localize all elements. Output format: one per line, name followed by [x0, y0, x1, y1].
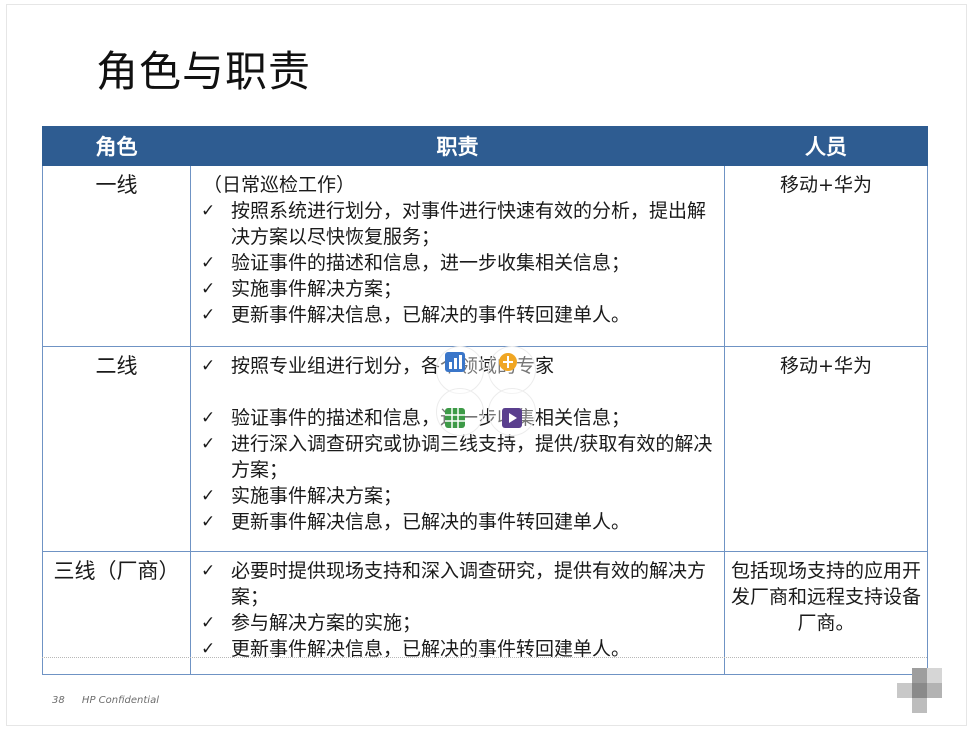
duty-text: 更新事件解决信息，已解决的事件转回建单人。 [231, 304, 631, 326]
check-mark-icon: ✓ [201, 408, 216, 428]
blurred-corner-mark [897, 668, 943, 714]
duty-text: 更新事件解决信息，已解决的事件转回建单人。 [231, 511, 631, 533]
check-mark-icon: ✓ [201, 279, 216, 299]
list-item: ✓ 进行深入调查研究或协调三线支持，提供/获取有效的解决方案； [197, 431, 718, 483]
content-placeholder-icons [436, 346, 536, 436]
check-mark-icon: ✓ [201, 639, 216, 659]
people-cell[interactable]: 移动+华为 [724, 165, 928, 347]
check-mark-icon: ✓ [201, 201, 216, 221]
table-icon[interactable] [445, 408, 465, 428]
list-item: ✓ 验证事件的描述和信息，进一步收集相关信息； [197, 250, 718, 276]
duties-list: ✓ 按照系统进行划分，对事件进行快速有效的分析，提出解决方案以尽快恢复服务； ✓ 验… [197, 198, 718, 328]
header-role[interactable]: 角色 [42, 126, 191, 166]
role-cell[interactable]: 一线 [42, 165, 191, 347]
check-mark-icon: ✓ [201, 486, 216, 506]
list-item: ✓ 更新事件解决信息，已解决的事件转回建单人。 [197, 302, 718, 328]
duties-intro: （日常巡检工作） [203, 174, 356, 196]
check-mark-icon: ✓ [201, 613, 216, 633]
slide-footer: 38 HP Confidential [52, 695, 173, 706]
check-mark-icon: ✓ [201, 512, 216, 532]
duty-text: 验证事件的描述和信息，进一步收集相关信息； [231, 252, 631, 274]
duties-list: ✓ 必要时提供现场支持和深入调查研究，提供有效的解决方案； ✓ 参与解决方案的实施；… [197, 558, 718, 662]
list-item: ✓ 更新事件解决信息，已解决的事件转回建单人。 [197, 636, 718, 662]
slide-title[interactable]: 角色与职责 [96, 44, 311, 100]
media-icon[interactable] [502, 408, 522, 428]
check-mark-icon: ✓ [201, 253, 216, 273]
smartart-icon[interactable] [498, 352, 518, 372]
duty-text: 实施事件解决方案； [231, 278, 403, 300]
check-mark-icon: ✓ [201, 434, 216, 454]
duties-cell[interactable]: （日常巡检工作） ✓ 按照系统进行划分，对事件进行快速有效的分析，提出解决方案以尽… [190, 165, 725, 347]
role-cell[interactable]: 二线 [42, 346, 191, 552]
list-item: ✓ 必要时提供现场支持和深入调查研究，提供有效的解决方案； [197, 558, 718, 610]
list-item: ✓ 按照系统进行划分，对事件进行快速有效的分析，提出解决方案以尽快恢复服务； [197, 198, 718, 250]
list-item: ✓ 参与解决方案的实施； [197, 610, 718, 636]
check-mark-icon: ✓ [201, 356, 216, 376]
people-cell[interactable]: 移动+华为 [724, 346, 928, 552]
duty-text: 参与解决方案的实施； [231, 612, 422, 634]
chart-icon[interactable] [445, 352, 465, 372]
duty-text: 按照系统进行划分，对事件进行快速有效的分析，提出解决方案以尽快恢复服务； [231, 200, 707, 248]
table-header-row: 角色 职责 人员 [42, 126, 928, 166]
duty-text: 实施事件解决方案； [231, 485, 403, 507]
confidential-label: HP Confidential [81, 695, 159, 706]
table-row: 一线 （日常巡检工作） ✓ 按照系统进行划分，对事件进行快速有效的分析，提出解决方… [42, 165, 928, 347]
header-duties[interactable]: 职责 [190, 126, 725, 166]
check-mark-icon: ✓ [201, 305, 216, 325]
list-item: ✓ 更新事件解决信息，已解决的事件转回建单人。 [197, 509, 718, 535]
duty-text: 验证事件的描述和信息，进一步收集相关信息； [231, 407, 631, 429]
list-item: ✓ 实施事件解决方案； [197, 276, 718, 302]
page-number: 38 [52, 695, 65, 706]
list-item: ✓ 实施事件解决方案； [197, 483, 718, 509]
header-people[interactable]: 人员 [724, 126, 928, 166]
duty-text: 进行深入调查研究或协调三线支持，提供/获取有效的解决方案； [231, 433, 713, 481]
dotted-divider [42, 657, 927, 658]
check-mark-icon: ✓ [201, 561, 216, 581]
duty-text: 必要时提供现场支持和深入调查研究，提供有效的解决方案； [231, 560, 707, 608]
